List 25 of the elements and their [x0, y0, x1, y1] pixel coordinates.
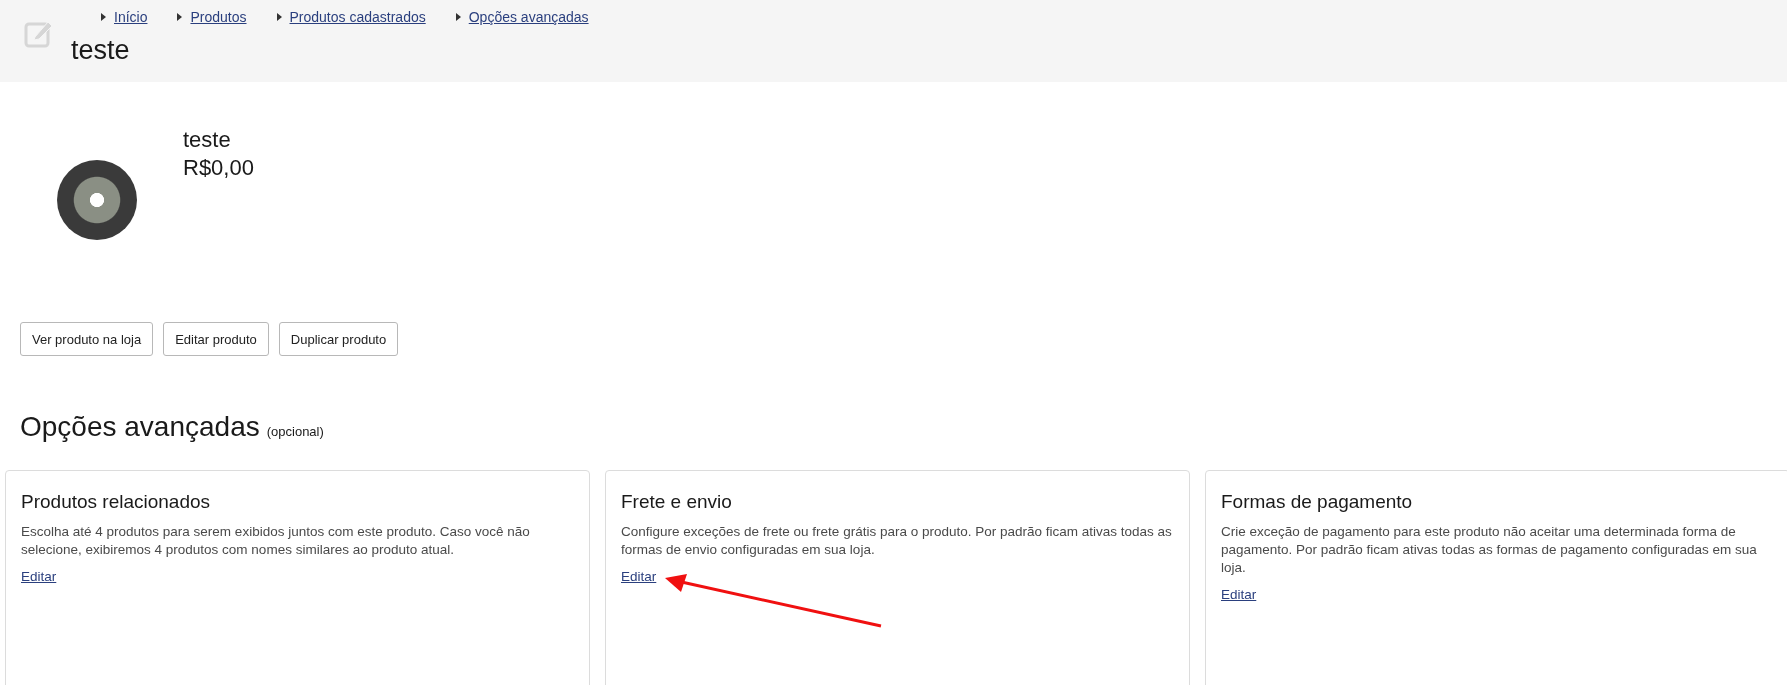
edit-link[interactable]: Editar [621, 569, 657, 584]
action-button[interactable]: Editar produto [163, 322, 269, 356]
section-note: (opcional) [266, 424, 324, 439]
breadcrumb-link[interactable]: Opções avançadas [468, 9, 589, 25]
edit-link[interactable]: Editar [21, 569, 57, 584]
product-name: teste [183, 126, 232, 154]
caret-icon [276, 13, 282, 21]
caret-icon [101, 13, 106, 21]
product-price: R$0,00 [183, 154, 254, 182]
page-title: teste [71, 35, 131, 66]
card-title: Frete e envio [621, 491, 733, 513]
card-title: Produtos relacionados [21, 491, 212, 513]
card-description: Crie exceção de pagamento para este produto não aceitar uma determinada forma de pagamento. Por padrão ficam ativas todas as formas de pagamento configuradas em sua loja. [1221, 523, 1758, 577]
card-title: Formas de pagamento [1221, 491, 1414, 513]
edit-link[interactable]: Editar [1221, 587, 1257, 602]
breadcrumb-link[interactable]: Início [114, 9, 148, 25]
breadcrumb-link[interactable]: Produtos cadastrados [289, 9, 426, 25]
card-description: Configure exceções de frete ou frete grátis para o produto. Por padrão ficam ativas todas as formas de envio configuradas em sua loja. [621, 523, 1173, 559]
section-title: Opções avançadas [20, 411, 260, 443]
caret-icon [455, 13, 461, 21]
action-button[interactable]: Ver produto na loja [20, 322, 154, 356]
card-description: Escolha até 4 produtos para serem exibidos juntos com este produto. Caso você não selecione, exibiremos 4 produtos com nomes similares ao produto atual. [21, 523, 531, 559]
action-button[interactable]: Duplicar produto [278, 322, 399, 356]
breadcrumb-link[interactable]: Produtos [190, 9, 247, 25]
caret-icon [177, 13, 183, 21]
